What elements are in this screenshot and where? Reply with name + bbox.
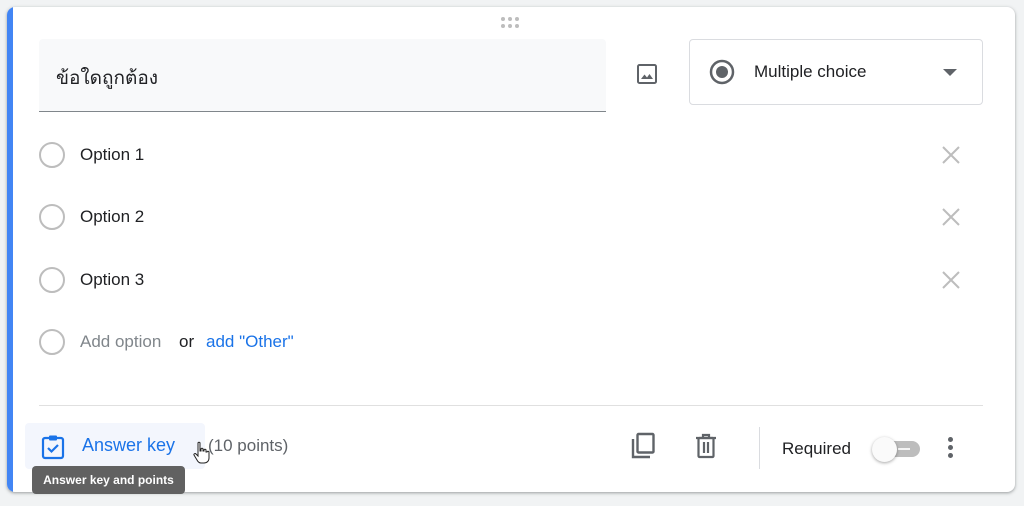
copy-icon <box>631 432 655 459</box>
option-row[interactable]: Option 1 <box>39 135 989 175</box>
answer-key-label: Answer key <box>82 435 176 455</box>
or-text: or <box>179 332 195 351</box>
more-vert-icon <box>947 436 953 442</box>
question-title-text: ข้อใดถูกต้อง <box>56 68 159 89</box>
radio-unchecked-icon <box>39 267 65 293</box>
question-type-dropdown[interactable]: Multiple choice <box>689 39 983 105</box>
more-options-button[interactable] <box>938 429 962 465</box>
remove-option-button[interactable] <box>937 203 965 231</box>
add-image-button[interactable] <box>627 54 667 94</box>
close-icon <box>942 146 960 164</box>
answer-key-tooltip: Answer key and points <box>32 466 185 494</box>
question-type-label: Multiple choice <box>754 62 867 81</box>
footer-divider <box>39 405 983 406</box>
add-option-input[interactable]: Add option <box>80 332 161 352</box>
duplicate-button[interactable] <box>625 428 661 464</box>
hand-cursor-icon <box>193 441 210 464</box>
option-row[interactable]: Option 3 <box>39 260 989 300</box>
remove-option-button[interactable] <box>937 266 965 294</box>
assignment-check-icon <box>41 435 65 460</box>
radio-checked-icon <box>709 59 735 85</box>
required-label: Required <box>782 439 851 458</box>
dropdown-arrow-icon <box>943 69 957 76</box>
question-card[interactable]: ข้อใดถูกต้อง Multiple choice Option 1 Op… <box>7 7 1015 492</box>
radio-unchecked-icon <box>39 329 65 355</box>
footer-vertical-divider <box>759 427 760 469</box>
close-icon <box>942 208 960 226</box>
remove-option-button[interactable] <box>937 141 965 169</box>
required-toggle[interactable] <box>872 435 922 463</box>
radio-unchecked-icon <box>39 142 65 168</box>
drag-handle-icon[interactable] <box>501 17 523 31</box>
close-icon <box>942 271 960 289</box>
toggle-thumb <box>872 437 897 462</box>
add-option-row: Add option or add "Other" <box>39 322 989 362</box>
option-label[interactable]: Option 3 <box>80 270 144 290</box>
question-title-input[interactable]: ข้อใดถูกต้อง <box>39 39 606 112</box>
radio-unchecked-icon <box>39 204 65 230</box>
option-label[interactable]: Option 2 <box>80 207 144 227</box>
add-other-button[interactable]: add "Other" <box>206 332 294 352</box>
active-card-indicator <box>7 7 13 492</box>
delete-button[interactable] <box>688 428 724 464</box>
option-label[interactable]: Option 1 <box>80 145 144 165</box>
option-row[interactable]: Option 2 <box>39 197 989 237</box>
points-value: (10 points) <box>208 436 289 455</box>
image-icon <box>637 64 657 84</box>
answer-key-button[interactable]: Answer key <box>25 423 205 469</box>
trash-icon <box>696 433 716 459</box>
